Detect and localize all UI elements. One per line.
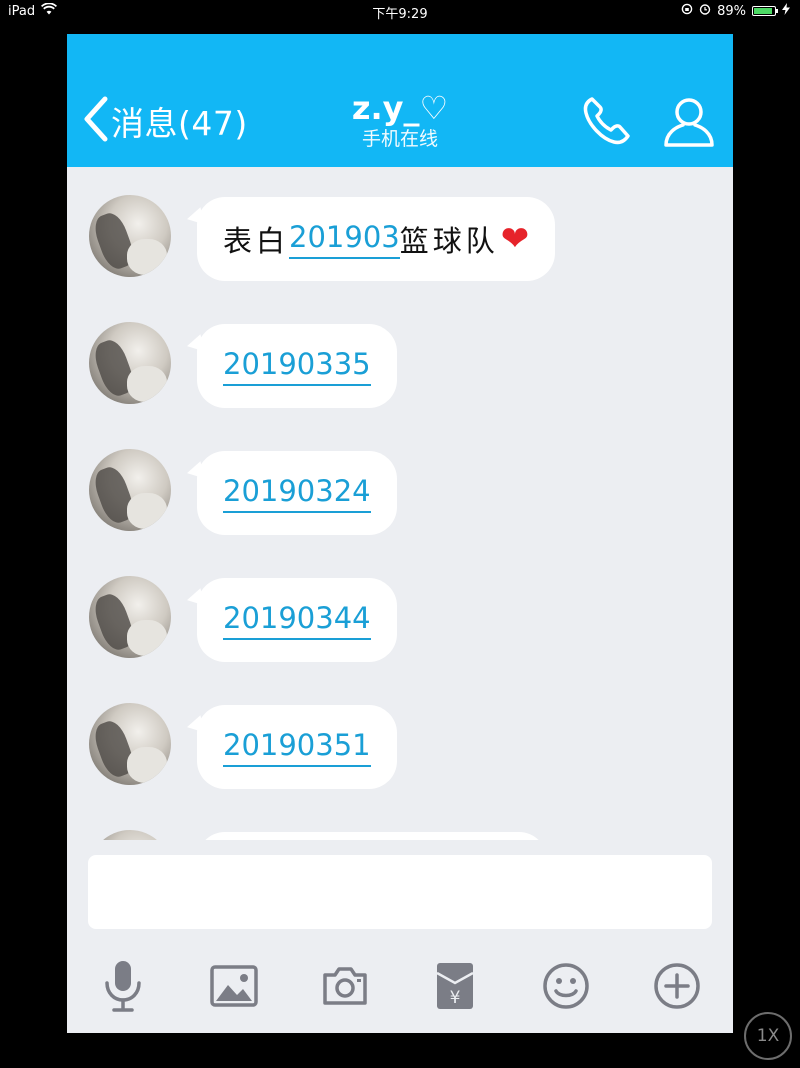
image-icon[interactable] xyxy=(207,959,261,1013)
alarm-icon xyxy=(699,3,711,19)
chat-navbar: 消息(47) z.y_♡ 手机在线 xyxy=(67,34,733,167)
contact-name: z.y_♡ xyxy=(351,89,449,127)
message-input[interactable] xyxy=(88,855,712,929)
avatar[interactable] xyxy=(89,830,171,840)
emoji-icon[interactable] xyxy=(539,959,593,1013)
status-bar: iPad 下午9:29 89% xyxy=(0,0,800,24)
charging-icon xyxy=(782,3,790,19)
message-bubble[interactable]: 20190344 xyxy=(197,578,397,662)
zoom-toggle-button[interactable]: 1X xyxy=(744,1012,792,1060)
chat-window: 消息(47) z.y_♡ 手机在线 表白 201903 篮球队 ❤ 201903… xyxy=(67,34,733,1033)
battery-level xyxy=(754,8,772,14)
red-packet-icon[interactable]: ¥ xyxy=(428,959,482,1013)
message-number-link[interactable]: 201903 xyxy=(289,220,400,259)
message-bubble[interactable]: 20190324 xyxy=(197,451,397,535)
message-row: 表白 201903 篮球队 ❤ xyxy=(67,167,733,281)
message-bubble[interactable]: 20190335 xyxy=(197,324,397,408)
message-row-partial xyxy=(67,802,733,840)
message-row: 20190351 xyxy=(67,675,733,789)
contact-status: 手机在线 xyxy=(361,128,438,150)
svg-text:¥: ¥ xyxy=(450,988,461,1008)
microphone-icon[interactable] xyxy=(96,959,150,1013)
message-bubble[interactable] xyxy=(197,832,547,840)
message-row: 20190335 xyxy=(67,294,733,408)
message-number-link[interactable]: 20190324 xyxy=(223,474,371,513)
heart-emoji: ❤ xyxy=(500,219,530,259)
battery-icon xyxy=(752,6,778,16)
profile-icon[interactable] xyxy=(662,95,716,153)
message-number-link[interactable]: 20190335 xyxy=(223,347,371,386)
message-row: 20190324 xyxy=(67,421,733,535)
input-toolbar: ¥ xyxy=(67,939,733,1033)
camera-icon[interactable] xyxy=(318,959,372,1013)
avatar[interactable] xyxy=(89,703,171,785)
message-suffix: 篮球队 xyxy=(399,224,499,258)
message-number-link[interactable]: 20190344 xyxy=(223,601,371,640)
chat-title[interactable]: z.y_♡ 手机在线 xyxy=(67,90,733,152)
message-bubble[interactable]: 表白 201903 篮球队 ❤ xyxy=(197,197,556,281)
message-number-link[interactable]: 20190351 xyxy=(223,728,371,767)
message-bubble[interactable]: 20190351 xyxy=(197,705,397,789)
rotation-lock-icon xyxy=(681,3,693,19)
battery-percent: 89% xyxy=(717,3,746,19)
message-prefix: 表白 xyxy=(223,224,290,258)
status-right: 89% xyxy=(681,3,790,19)
avatar[interactable] xyxy=(89,449,171,531)
message-row: 20190344 xyxy=(67,548,733,662)
status-time: 下午9:29 xyxy=(372,7,428,22)
message-list[interactable]: 表白 201903 篮球队 ❤ 20190335 20190324 201903… xyxy=(67,167,733,840)
avatar[interactable] xyxy=(89,322,171,404)
avatar[interactable] xyxy=(89,576,171,658)
phone-icon[interactable] xyxy=(580,95,632,151)
avatar[interactable] xyxy=(89,195,171,277)
plus-icon[interactable] xyxy=(650,959,704,1013)
